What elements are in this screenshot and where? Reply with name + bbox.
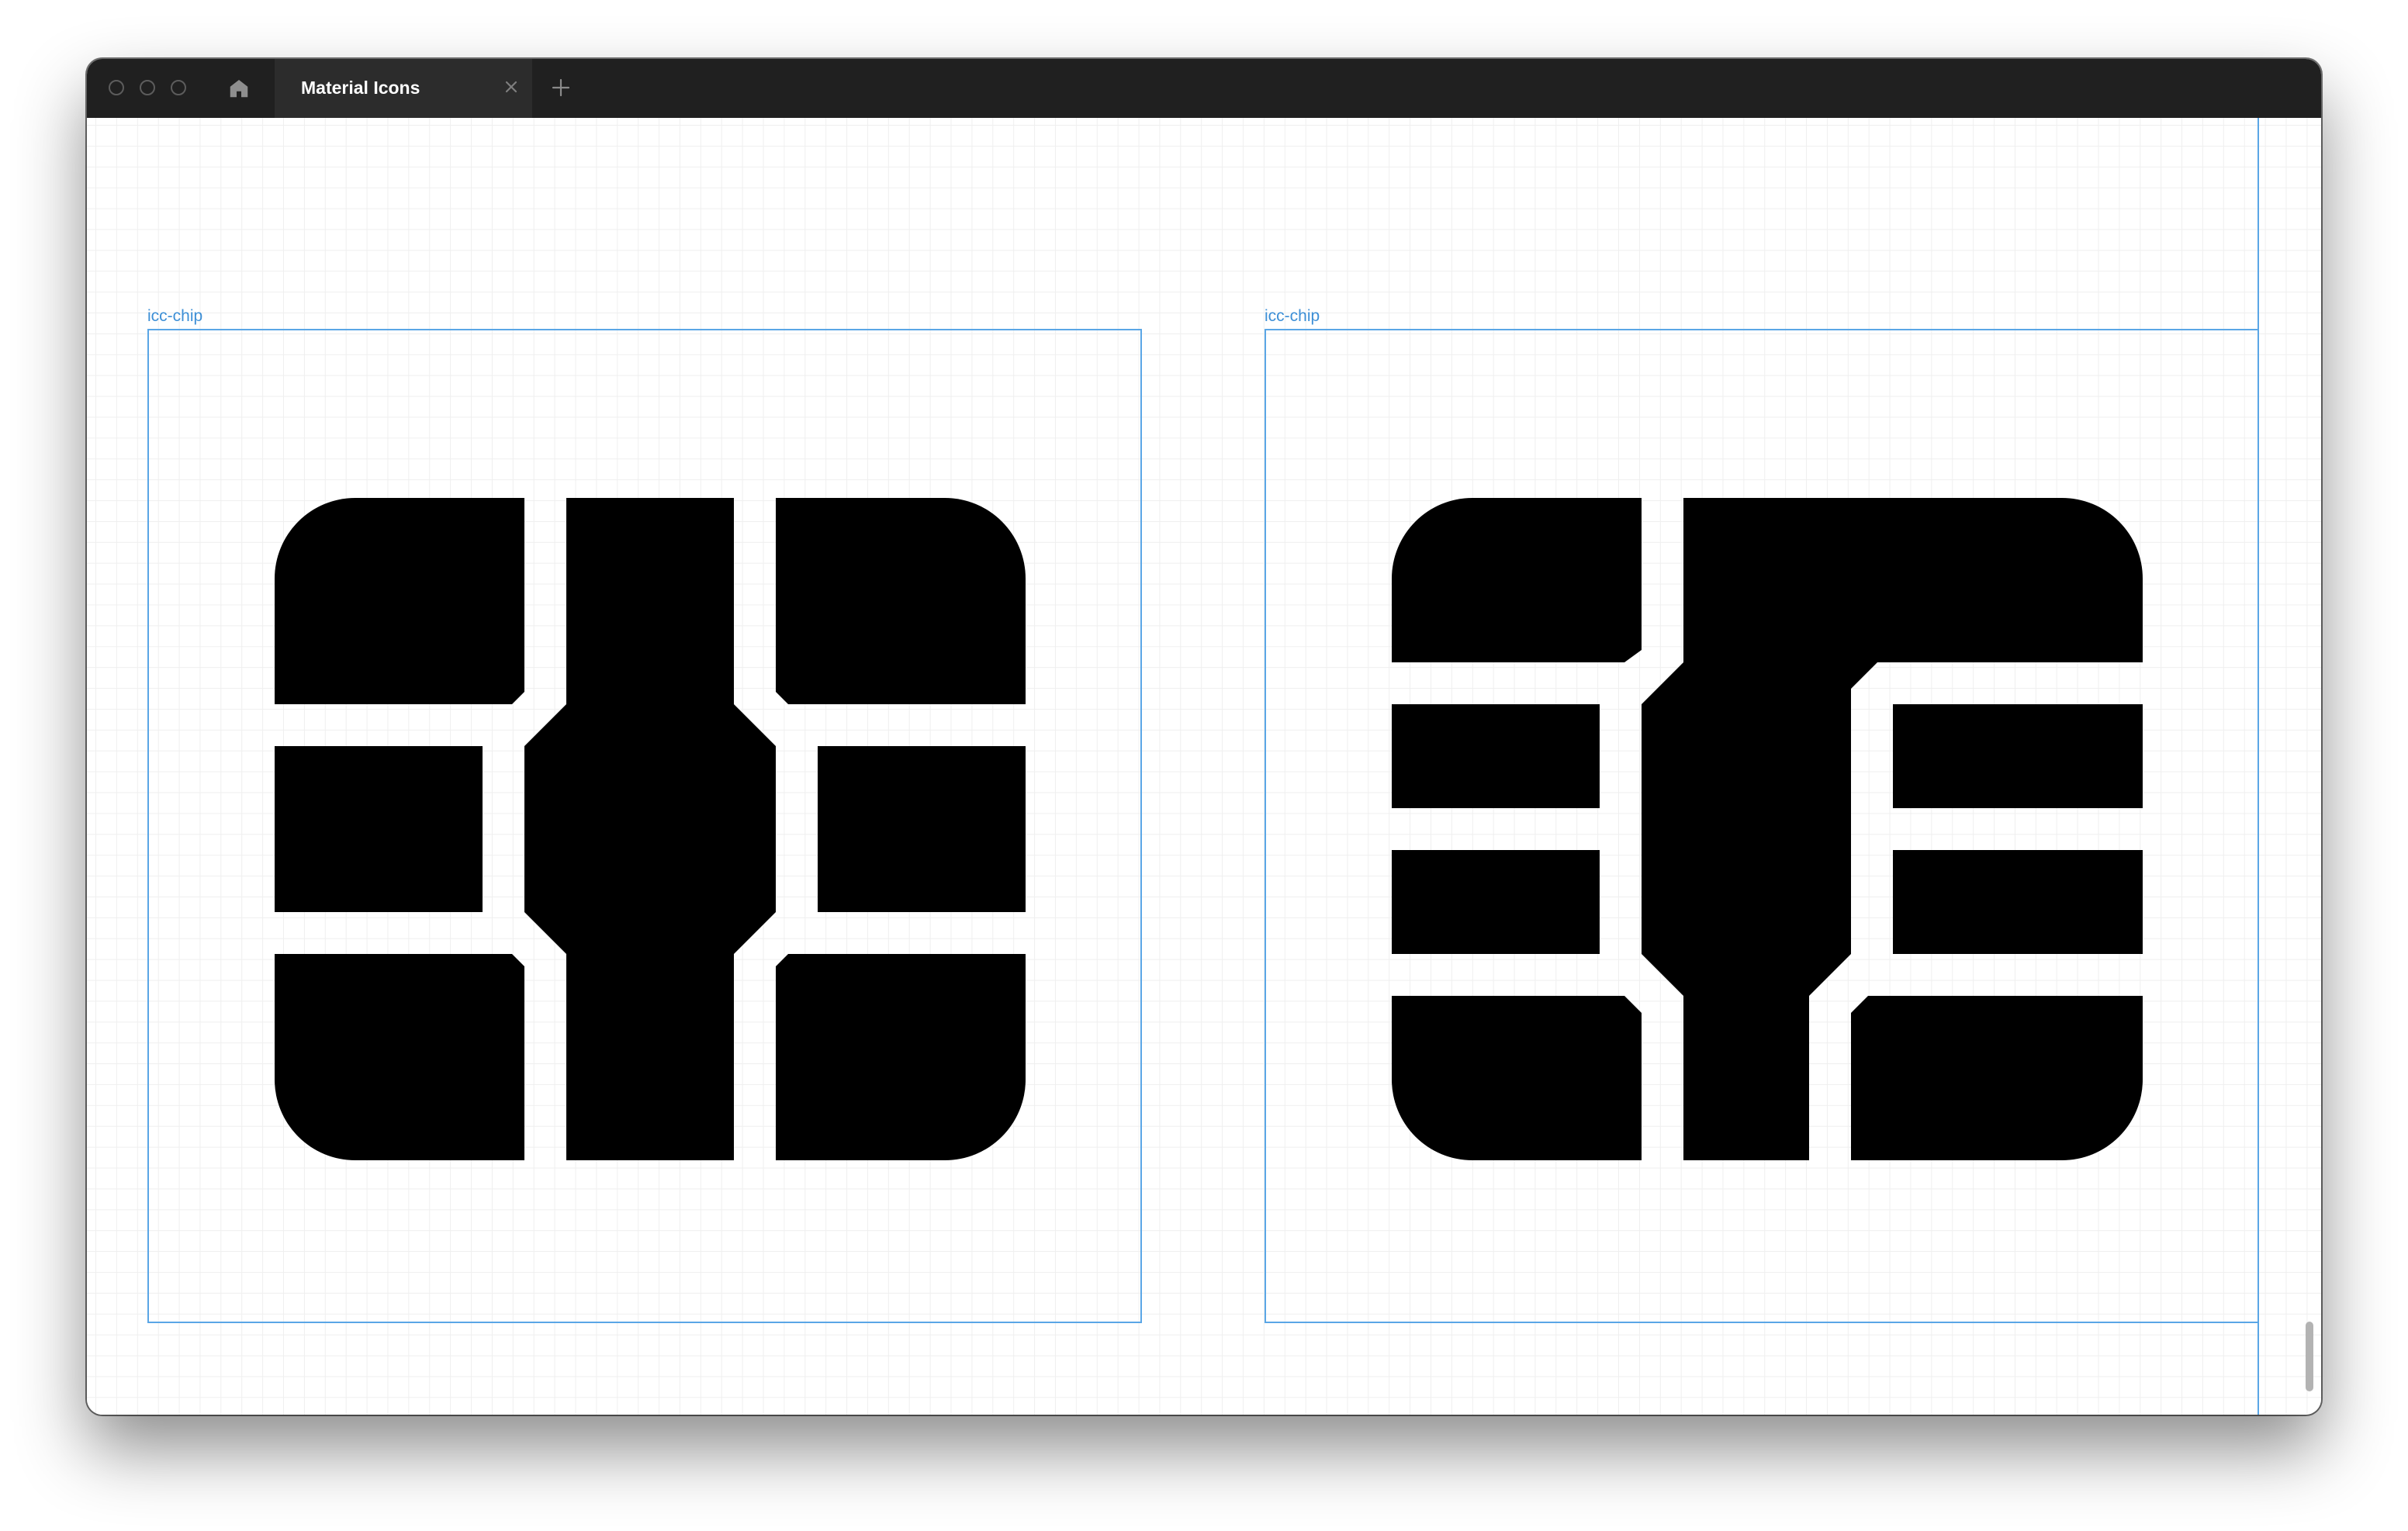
selection-guide-line [2258,118,2259,1415]
home-button[interactable] [225,74,253,102]
plus-icon[interactable] [549,76,573,99]
close-icon[interactable] [503,78,520,95]
design-canvas[interactable]: icc-chip icc-chip [87,118,2321,1415]
tab-material-icons[interactable]: Material Icons [275,59,532,118]
frame-label[interactable]: icc-chip [1265,307,1320,326]
title-bar: Material Icons [87,59,2321,118]
window-close-dot[interactable] [109,80,124,95]
window-zoom-dot[interactable] [171,80,186,95]
app-window: Material Icons icc-chip icc-chip [87,59,2321,1415]
icc-chip-icon [275,498,1026,1160]
tab-title: Material Icons [301,78,420,98]
vertical-scrollbar[interactable] [2306,1322,2313,1391]
frame-label[interactable]: icc-chip [147,307,202,326]
home-icon [230,80,248,98]
window-minimize-dot[interactable] [140,80,155,95]
icon-frame[interactable] [147,329,1142,1323]
icc-chip-icon [1392,498,2143,1160]
icon-frame[interactable] [1265,329,2259,1323]
